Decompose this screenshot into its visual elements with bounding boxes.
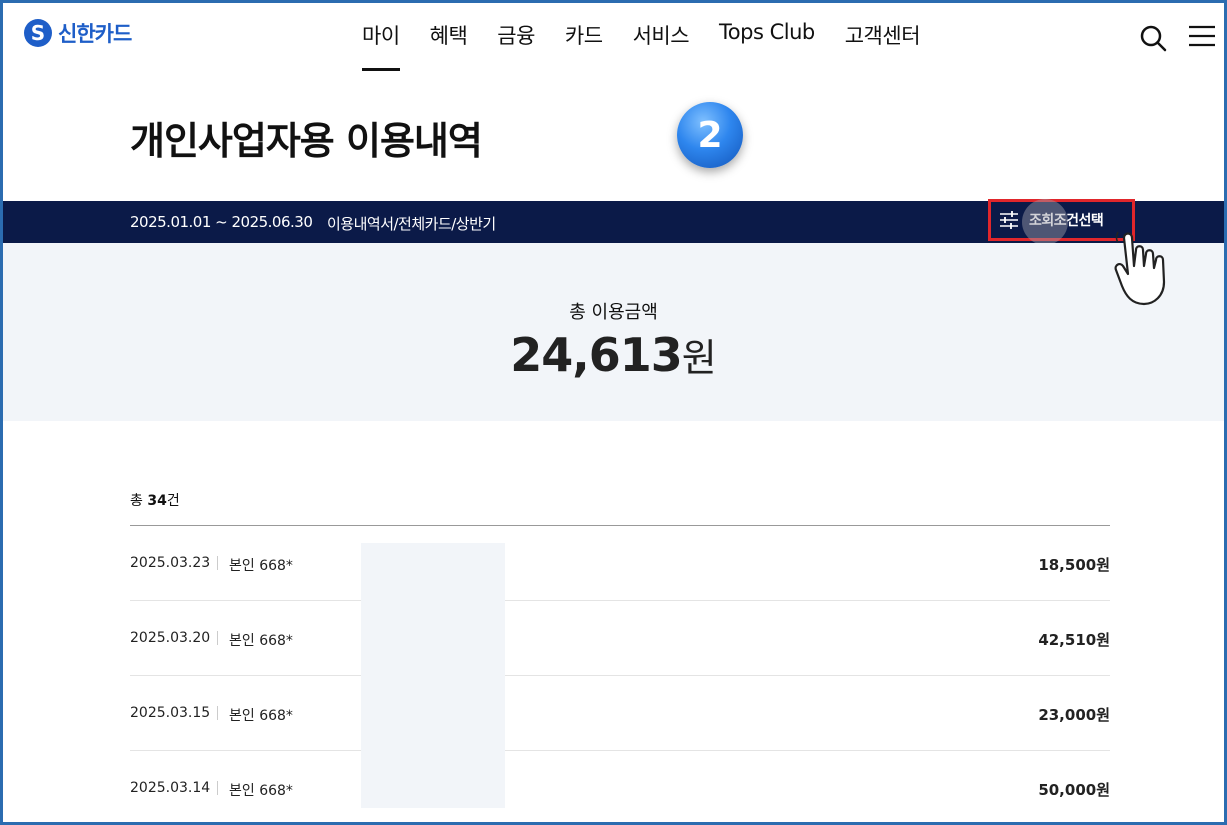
table-row[interactable]: 2025.03.15 본인 668* 23,000원: [130, 676, 1110, 751]
row-date: 2025.03.20: [130, 630, 211, 646]
main-nav: 마이 혜택 금융 카드 서비스 Tops Club 고객센터: [362, 20, 950, 72]
row-card: 본인 668*: [229, 558, 293, 574]
total-amount-label: 총 이용금액: [569, 302, 658, 323]
row-date: 2025.03.14: [130, 780, 211, 796]
merchant-redaction: [361, 543, 505, 808]
row-card: 본인 668*: [229, 783, 293, 799]
row-date: 2025.03.15: [130, 705, 211, 721]
shinhan-s-logo-icon: S: [24, 19, 52, 47]
table-row[interactable]: 2025.03.14 본인 668* 50,000원: [130, 751, 1110, 825]
logo[interactable]: S 신한카드: [24, 18, 132, 48]
nav-item-service[interactable]: 서비스: [633, 20, 690, 72]
site-header: S 신한카드 마이 혜택 금융 카드 서비스 Tops Club 고객센터: [0, 0, 1227, 80]
search-icon[interactable]: [1139, 24, 1167, 52]
table-row[interactable]: 2025.03.23 본인 668* 18,500원: [130, 526, 1110, 601]
row-card: 본인 668*: [229, 708, 293, 724]
total-amount-unit: 원: [681, 336, 717, 380]
step-badge: 2: [677, 102, 743, 168]
period-text: 2025.01.01 ~ 2025.06.30: [130, 213, 313, 231]
sliders-icon: [1000, 211, 1018, 229]
row-divider: [217, 631, 218, 645]
count-suffix: 건: [166, 493, 180, 509]
total-summary: 총 이용금액 24,613원: [3, 243, 1224, 421]
row-amount: 42,510원: [1038, 631, 1110, 649]
row-date: 2025.03.23: [130, 555, 211, 571]
filter-description: 이용내역서/전체카드/상반기: [327, 215, 496, 233]
count-prefix: 총: [130, 493, 148, 509]
row-amount: 50,000원: [1038, 781, 1110, 799]
row-amount: 23,000원: [1038, 706, 1110, 724]
hamburger-menu-icon[interactable]: [1188, 24, 1216, 48]
transaction-list: 2025.03.23 본인 668* 18,500원 2025.03.20 본인…: [130, 525, 1110, 825]
nav-item-my[interactable]: 마이: [362, 20, 400, 72]
nav-item-benefits[interactable]: 혜택: [430, 20, 468, 72]
nav-item-finance[interactable]: 금융: [497, 20, 535, 72]
transaction-count: 총 34건: [130, 490, 180, 510]
row-amount: 18,500원: [1038, 556, 1110, 574]
page-title: 개인사업자용 이용내역: [130, 119, 483, 163]
total-amount: 24,613원: [3, 327, 1224, 382]
nav-item-card[interactable]: 카드: [565, 20, 603, 72]
total-amount-value: 24,613: [510, 328, 683, 382]
row-divider: [217, 706, 218, 720]
hand-pointer-icon: [1114, 231, 1166, 306]
nav-item-customer-center[interactable]: 고객센터: [845, 20, 921, 72]
row-card: 본인 668*: [229, 633, 293, 649]
click-indicator: [1022, 199, 1068, 245]
logo-text: 신한카드: [58, 22, 132, 46]
nav-item-tops-club[interactable]: Tops Club: [719, 20, 815, 72]
count-value: 34: [147, 493, 167, 509]
table-row[interactable]: 2025.03.20 본인 668* 42,510원: [130, 601, 1110, 676]
row-divider: [217, 556, 218, 570]
row-divider: [217, 781, 218, 795]
